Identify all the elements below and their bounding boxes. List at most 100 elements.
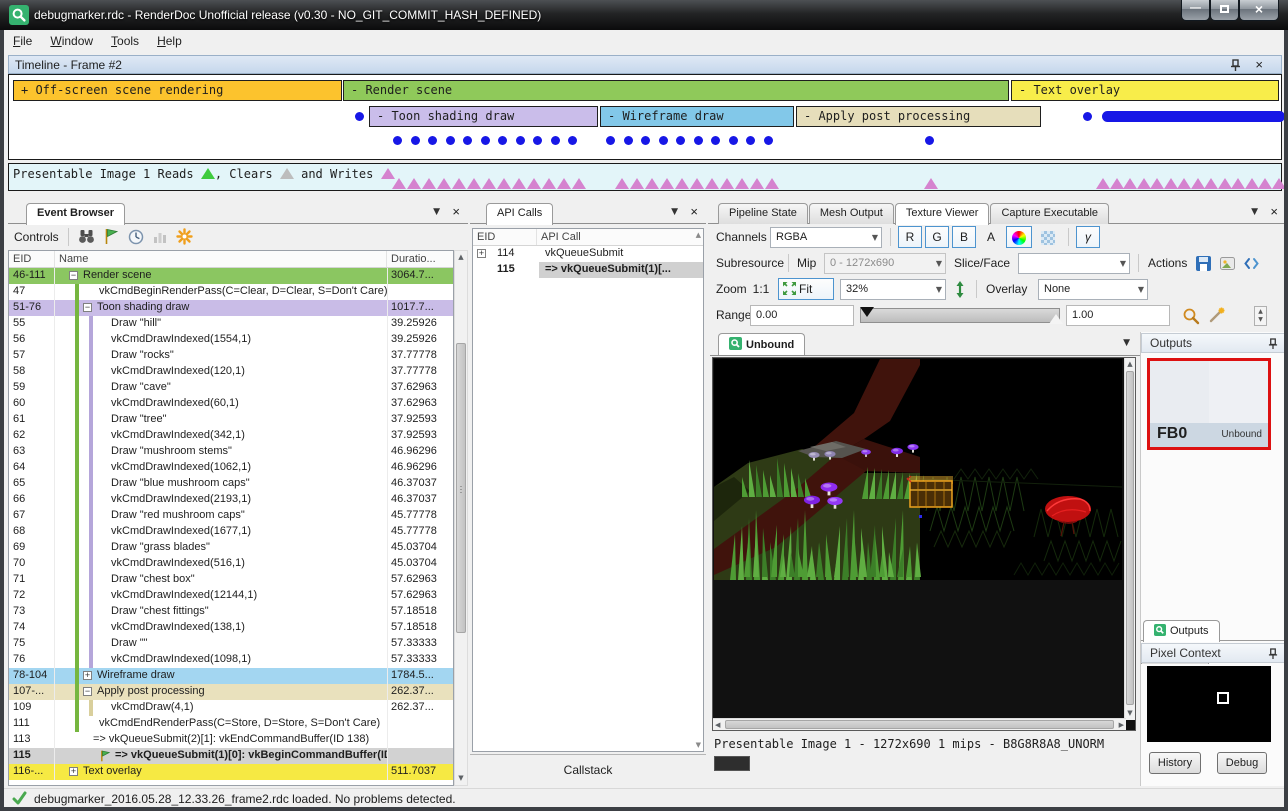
side-tab-outputs[interactable]: Outputs	[1143, 620, 1220, 642]
event-row[interactable]: 69Draw "grass blades"45.03704	[9, 540, 453, 556]
write-triangle[interactable]	[1231, 178, 1245, 189]
write-triangle[interactable]	[1191, 178, 1205, 189]
event-row[interactable]: 71Draw "chest box"57.62963	[9, 572, 453, 588]
write-triangle[interactable]	[1110, 178, 1124, 189]
export-image-icon[interactable]	[1219, 255, 1236, 272]
timeline-draw-dot[interactable]	[481, 136, 490, 145]
viewport-hscrollbar[interactable]: ◀ ▶	[713, 718, 1126, 730]
channel-r-button[interactable]: R	[898, 226, 922, 248]
pin-icon[interactable]	[1268, 648, 1278, 660]
event-row[interactable]: 60vkCmdDrawIndexed(60,1)37.62963	[9, 396, 453, 412]
write-triangle[interactable]	[1204, 178, 1218, 189]
event-row[interactable]: 55Draw "hill"39.25926	[9, 316, 453, 332]
chevron-down-icon[interactable]: ▼	[1123, 338, 1130, 348]
write-triangle[interactable]	[765, 178, 779, 189]
tab-capture-executable[interactable]: Capture Executable	[990, 203, 1109, 224]
menu-help[interactable]: Help	[148, 30, 191, 48]
autofit-magnifier-icon[interactable]	[1182, 307, 1200, 325]
timeline-draw-dot[interactable]	[533, 136, 542, 145]
find-icon[interactable]	[78, 229, 95, 245]
timeline-draw-dot[interactable]	[498, 136, 507, 145]
expander-icon[interactable]: −	[83, 303, 92, 312]
timeline-bar[interactable]: - Wireframe draw	[600, 106, 794, 127]
event-row[interactable]: 46-111−Render scene3064.7...	[9, 268, 453, 284]
timeline-usage-dot[interactable]	[355, 112, 364, 121]
timeline-draw-dot[interactable]	[606, 136, 615, 145]
tab-pipeline-state[interactable]: Pipeline State	[718, 203, 808, 224]
range-black-handle[interactable]	[860, 307, 874, 317]
timeline-draw-dot[interactable]	[568, 136, 577, 145]
event-row[interactable]: 51-76−Toon shading draw1017.7...	[9, 300, 453, 316]
event-row[interactable]: 64vkCmdDrawIndexed(1062,1)46.96296	[9, 460, 453, 476]
timeline-draw-dot[interactable]	[659, 136, 668, 145]
event-row[interactable]: 73Draw "chest fittings"57.18518	[9, 604, 453, 620]
timeline-draw-dot[interactable]	[641, 136, 650, 145]
timeline-draw-dot[interactable]	[411, 136, 420, 145]
expander-icon[interactable]: −	[83, 687, 92, 696]
tab-mesh-output[interactable]: Mesh Output	[809, 203, 894, 224]
event-row[interactable]: 113=> vkQueueSubmit(2)[1]: vkEndCommandB…	[9, 732, 453, 748]
api-row[interactable]: 115=> vkQueueSubmit(1)[...	[473, 262, 703, 278]
event-row[interactable]: 111vkCmdEndRenderPass(C=Store, D=Store, …	[9, 716, 453, 732]
tab-event-browser[interactable]: Event Browser	[26, 203, 125, 225]
event-row[interactable]: 72vkCmdDrawIndexed(12144,1)57.62963	[9, 588, 453, 604]
timeline-bar[interactable]: - Apply post processing	[796, 106, 1041, 127]
zoom-level-select[interactable]: 32%▼	[840, 279, 946, 300]
write-triangle[interactable]	[557, 178, 571, 189]
channel-a-button[interactable]: A	[979, 226, 1003, 248]
column-name[interactable]: Name	[55, 251, 387, 267]
write-triangle[interactable]	[735, 178, 749, 189]
zoom-fit-button[interactable]: Fit	[778, 278, 834, 300]
write-triangle[interactable]	[437, 178, 451, 189]
timeline-canvas[interactable]: + Off-screen scene rendering- Render sce…	[8, 74, 1282, 160]
write-triangle[interactable]	[572, 178, 586, 189]
event-browser-scrollbar[interactable]: ▲ ▼	[454, 250, 468, 786]
write-triangle[interactable]	[407, 178, 421, 189]
expander-icon[interactable]: +	[69, 767, 78, 776]
pin-icon[interactable]	[1230, 59, 1241, 72]
timeline-draw-dot[interactable]	[446, 136, 455, 145]
stats-icon[interactable]	[152, 229, 168, 245]
minimize-button[interactable]: —	[1181, 0, 1210, 21]
alpha-checker-button[interactable]	[1035, 226, 1061, 248]
chevron-down-icon[interactable]: ▼	[671, 207, 678, 217]
event-row[interactable]: 116-...+Text overlay511.7037	[9, 764, 453, 780]
event-row[interactable]: 62vkCmdDrawIndexed(342,1)37.92593	[9, 428, 453, 444]
write-triangle[interactable]	[392, 178, 406, 189]
timeline-bar[interactable]: - Render scene	[343, 80, 1009, 101]
channel-b-button[interactable]: B	[952, 226, 976, 248]
write-triangle[interactable]	[645, 178, 659, 189]
timeline-draw-dot[interactable]	[764, 136, 773, 145]
timeline-draw-dot[interactable]	[925, 136, 934, 145]
event-row[interactable]: 59Draw "cave"37.62963	[9, 380, 453, 396]
column-eid[interactable]: EID	[9, 251, 55, 267]
pin-icon[interactable]	[1268, 338, 1278, 350]
maximize-button[interactable]	[1210, 0, 1239, 21]
timeline-draw-dot[interactable]	[624, 136, 633, 145]
api-calls-close-icon[interactable]: ×	[690, 204, 698, 219]
menu-tools[interactable]: Tools	[102, 30, 148, 48]
timeline-titlebar[interactable]: Timeline - Frame #2 ×	[8, 55, 1282, 74]
timeline-draw-dot[interactable]	[694, 136, 703, 145]
range-stepper[interactable]: ▲ ▼	[1254, 306, 1267, 326]
write-triangle[interactable]	[422, 178, 436, 189]
goto-flag-icon[interactable]	[103, 228, 119, 245]
event-tree[interactable]: EID Name Duratio... 46-111−Render scene3…	[8, 250, 454, 786]
write-triangle[interactable]	[497, 178, 511, 189]
write-triangle[interactable]	[1218, 178, 1232, 189]
save-icon[interactable]	[1195, 255, 1212, 272]
colorwheel-button[interactable]	[1006, 226, 1032, 248]
timeline-draw-dot[interactable]	[746, 136, 755, 145]
timeline-usage-dot[interactable]	[1083, 112, 1092, 121]
viewport-vscrollbar[interactable]: ▲ ▼	[1124, 358, 1135, 720]
timeline-draw-dot[interactable]	[729, 136, 738, 145]
event-row[interactable]: 68vkCmdDrawIndexed(1677,1)45.77778	[9, 524, 453, 540]
timeline-bar[interactable]: - Toon shading draw	[369, 106, 598, 127]
timeline-bar[interactable]: + Off-screen scene rendering	[13, 80, 342, 101]
timeline-draw-dot[interactable]	[676, 136, 685, 145]
write-triangle[interactable]	[750, 178, 764, 189]
event-row[interactable]: 76vkCmdDrawIndexed(1098,1)57.33333	[9, 652, 453, 668]
pixel-context-view[interactable]	[1147, 666, 1271, 742]
write-triangle[interactable]	[542, 178, 556, 189]
write-triangle[interactable]	[452, 178, 466, 189]
